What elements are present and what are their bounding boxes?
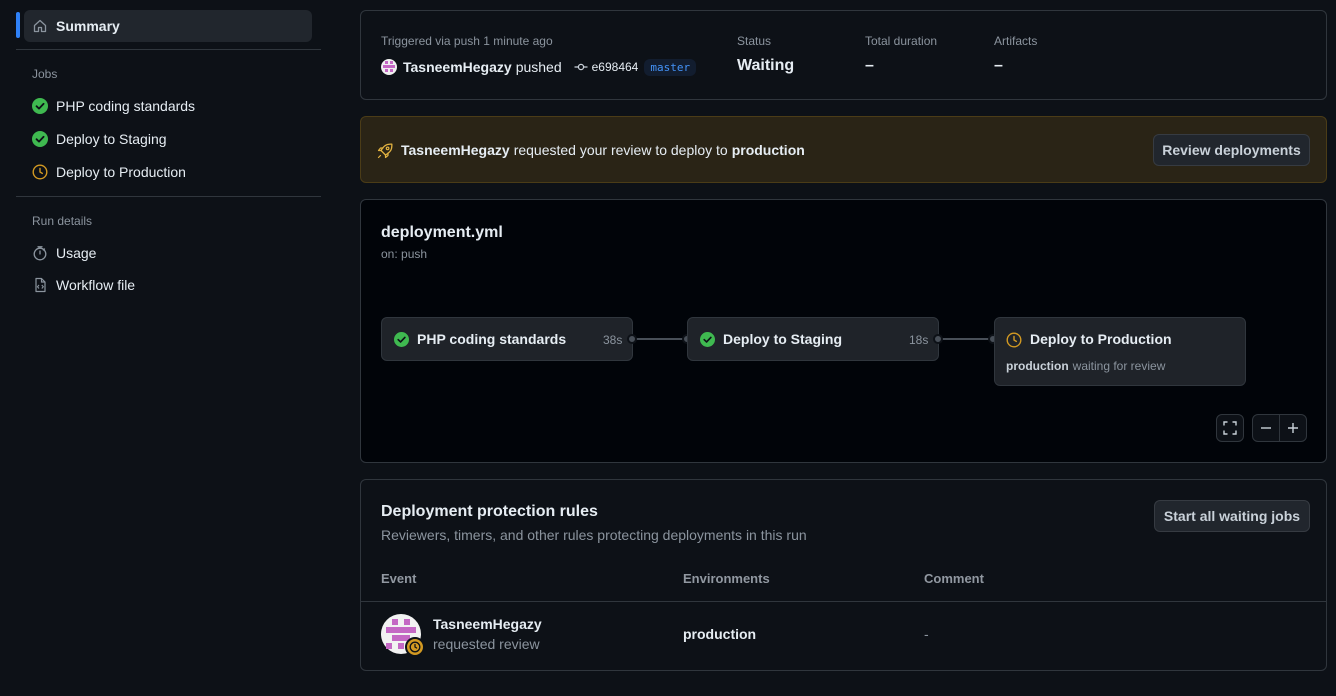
environment-name: production [1006,359,1069,373]
environment-note: waiting for review [1072,359,1166,373]
graph-job-duration: 38s [603,333,623,347]
push-action: pushed [515,59,562,75]
column-header-comment: Comment [924,571,984,586]
commit-icon [574,60,588,74]
start-all-waiting-jobs-button[interactable]: Start all waiting jobs [1154,500,1310,532]
plus-icon [1287,422,1299,434]
artifacts-label: Artifacts [994,34,1038,48]
graph-connector [939,338,994,340]
sidebar-item-label: Usage [56,245,97,261]
run-details-heading: Run details [32,214,93,228]
trigger-text: Triggered via push 1 minute ago [381,34,553,48]
sidebar-item-label: Deploy to Staging [56,131,167,147]
graph-job-name: Deploy to Production [1030,331,1172,347]
zoom-out-button[interactable] [1252,414,1280,442]
branch-label[interactable]: master [644,58,697,76]
check-circle-icon [32,131,48,147]
status-label: Status [737,34,772,48]
rocket-icon [376,142,394,160]
sidebar-item-label: Workflow file [56,277,136,293]
column-header-environments: Environments [683,571,770,586]
jobs-heading: Jobs [32,67,58,81]
check-circle-icon [32,98,48,114]
duration-label: Total duration [865,34,938,48]
divider [16,49,321,50]
connector-node [627,334,637,344]
sidebar-item-label: Deploy to Production [56,164,186,180]
active-indicator [16,12,20,38]
review-deployments-button[interactable]: Review deployments [1153,134,1310,166]
sidebar-item-php-coding-standards[interactable]: PHP coding standards [32,94,195,118]
check-circle-icon [394,332,409,347]
stopwatch-icon [32,245,48,261]
reviewer-name[interactable]: TasneemHegazy [433,616,542,632]
comment-value: - [924,626,929,642]
sidebar-item-summary[interactable]: Summary [32,14,120,38]
actor-link[interactable]: TasneemHegazy [403,59,512,75]
actor-link[interactable]: TasneemHegazy [401,142,510,158]
status-value: Waiting [737,57,795,74]
column-header-event: Event [381,571,417,586]
home-icon [32,18,48,34]
graph-job-duration: 18s [909,333,929,347]
clock-icon [1006,332,1022,348]
protection-subtitle: Reviewers, timers, and other rules prote… [381,527,807,543]
sidebar-item-label: PHP coding standards [56,98,196,114]
avatar[interactable] [381,614,425,658]
graph-job-name: PHP coding standards [417,331,567,347]
workflow-file-name[interactable]: deployment.yml [381,224,503,242]
push-info: TasneemHegazy pushed e698464 master [381,58,697,76]
run-summary-card [360,10,1327,100]
artifacts-value: – [994,57,1003,74]
duration-value: – [865,57,874,74]
review-text: requested your review to deploy to [513,142,728,158]
sidebar-item-usage[interactable]: Usage [32,241,96,265]
graph-job-deploy-to-production[interactable] [994,317,1246,386]
review-message: TasneemHegazy requested your review to d… [401,142,805,158]
fullscreen-button[interactable] [1216,414,1244,442]
fullscreen-icon [1223,421,1237,435]
environment-name: production [731,142,805,158]
check-circle-icon [700,332,715,347]
clock-icon [32,164,48,180]
file-code-icon [32,277,48,293]
event-description: requested review [433,636,540,652]
divider [361,601,1326,602]
workflow-trigger: on: push [381,247,428,261]
connector-node [933,334,943,344]
environment-name: production [683,626,757,642]
divider [16,196,321,197]
sidebar-item-deploy-to-production[interactable]: Deploy to Production [32,160,186,184]
sidebar-item-workflow-file[interactable]: Workflow file [32,273,135,297]
protection-title: Deployment protection rules [381,503,598,520]
sidebar-item-deploy-to-staging[interactable]: Deploy to Staging [32,127,167,151]
minus-icon [1260,422,1272,434]
graph-connector [633,338,687,340]
commit-sha[interactable]: e698464 [592,60,639,74]
avatar[interactable] [381,59,397,75]
zoom-in-button[interactable] [1279,414,1307,442]
environment-status: production waiting for review [1006,359,1165,373]
graph-job-name: Deploy to Staging [723,331,842,347]
sidebar-item-label: Summary [56,18,120,34]
